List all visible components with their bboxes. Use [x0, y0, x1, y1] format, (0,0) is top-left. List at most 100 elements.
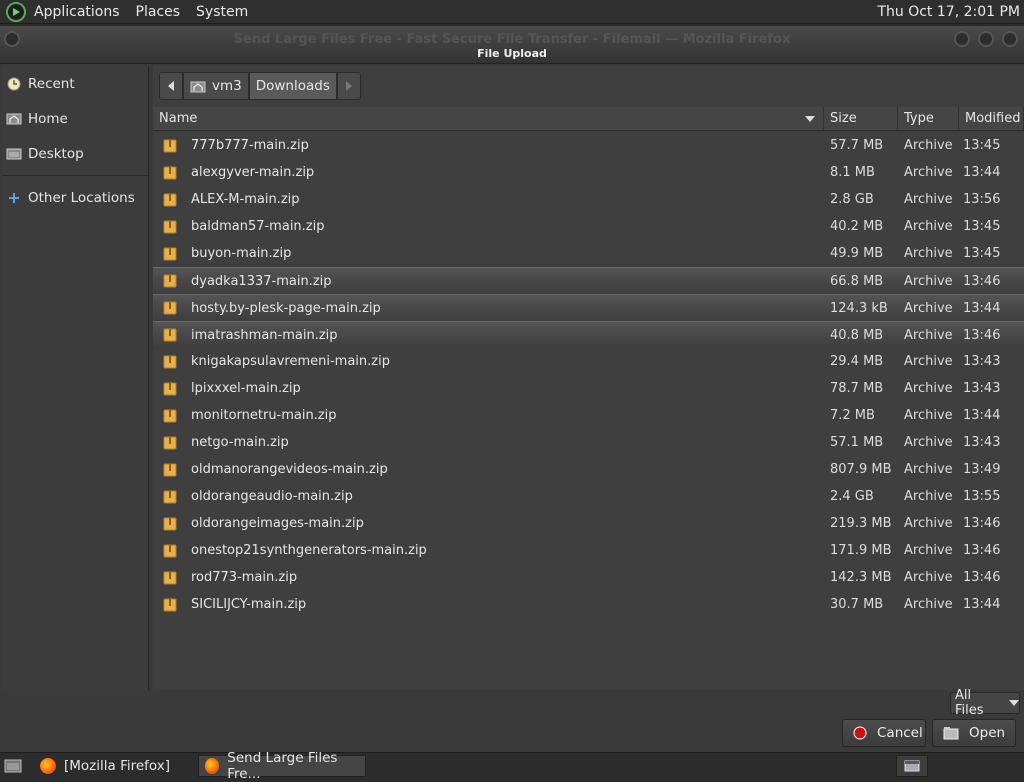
chevron-right-icon [345, 81, 352, 91]
file-name: monitornetru-main.zip [191, 408, 337, 423]
menu-applications[interactable]: Applications [26, 4, 128, 20]
sidebar-item-label: Desktop [28, 145, 84, 162]
open-label: Open [969, 725, 1006, 741]
file-name: hosty.by-plesk-page-main.zip [191, 300, 381, 316]
file-row[interactable]: alexgyver-main.zip 8.1 MB Archive 13:44 [153, 159, 1024, 186]
path-back-button[interactable] [159, 72, 183, 100]
file-name-cell: oldorangeimages-main.zip [153, 510, 824, 537]
file-size: 78.7 MB [830, 381, 884, 396]
file-type: Archive [904, 462, 953, 477]
applications-menu-icon[interactable] [6, 1, 26, 22]
file-row[interactable]: 777b777-main.zip 57.7 MB Archive 13:45 [153, 132, 1024, 159]
file-name-cell: hosty.by-plesk-page-main.zip [153, 295, 824, 321]
file-size: 57.1 MB [830, 435, 884, 450]
file-row[interactable]: buyon-main.zip 49.9 MB Archive 13:45 [153, 240, 1024, 267]
file-type: Archive [904, 435, 953, 450]
file-name-cell: oldmanorangevideos-main.zip [153, 456, 824, 483]
column-header-label: Size [830, 111, 857, 126]
sidebar-item-other-locations[interactable]: Other Locations [2, 180, 148, 215]
file-name: baldman57-main.zip [191, 219, 325, 234]
archive-file-icon [163, 301, 177, 315]
file-name: buyon-main.zip [191, 246, 292, 261]
archive-file-icon [163, 247, 177, 260]
file-size: 40.8 MB [830, 327, 884, 343]
file-type: Archive [904, 273, 953, 289]
file-size: 66.8 MB [830, 273, 884, 289]
taskbar-item-send-large-files[interactable]: Send Large Files Fre... [198, 750, 366, 782]
file-name-cell: rod773-main.zip [153, 564, 824, 591]
file-modified: 13:44 [963, 300, 1001, 316]
file-size: 8.1 MB [830, 165, 875, 180]
show-desktop-icon[interactable] [2, 756, 24, 776]
file-row[interactable]: dyadka1337-main.zip 66.8 MB Archive 13:46 [153, 267, 1024, 294]
taskbar-item-firefox[interactable]: [Mozilla Firefox] [34, 755, 194, 777]
archive-file-icon [163, 463, 177, 476]
home-icon [190, 81, 206, 92]
maximize-button[interactable] [978, 31, 994, 47]
sidebar-item-recent[interactable]: Recent [2, 66, 148, 101]
file-size: 142.3 MB [830, 570, 892, 585]
title-bar[interactable]: Send Large Files Free - Fast Secure File… [0, 26, 1024, 64]
file-name: imatrashman-main.zip [191, 327, 338, 343]
archive-file-icon [163, 490, 177, 503]
path-segment-downloads[interactable]: Downloads [248, 72, 337, 100]
file-list-header: Name Size Type Modified [153, 107, 1024, 131]
clock[interactable]: Thu Oct 17, 2:01 PM [877, 4, 1024, 20]
menu-places[interactable]: Places [128, 4, 189, 20]
cancel-button[interactable]: Cancel [842, 719, 926, 747]
file-row[interactable]: hosty.by-plesk-page-main.zip 124.3 kB Arch… [153, 294, 1024, 321]
file-name: knigakapsulavremeni-main.zip [191, 354, 390, 369]
file-type: Archive [904, 219, 953, 234]
file-modified: 13:46 [963, 273, 1001, 289]
file-size: 29.4 MB [830, 354, 884, 369]
file-modified: 13:43 [963, 435, 1001, 450]
file-upload-dialog: Send Large Files Free - Fast Secure File… [0, 26, 1024, 752]
column-header-size[interactable]: Size [824, 107, 898, 130]
file-row[interactable]: oldmanorangevideos-main.zip 807.9 MB Archi… [153, 456, 1024, 483]
file-row[interactable]: baldman57-main.zip 40.2 MB Archive 13:45 [153, 213, 1024, 240]
archive-file-icon [163, 571, 177, 584]
file-row[interactable]: ALEX-M-main.zip 2.8 GB Archive 13:56 [153, 186, 1024, 213]
path-segment-vm3[interactable]: vm3 [183, 72, 249, 100]
file-modified: 13:46 [963, 327, 1001, 343]
minimize-button[interactable] [954, 31, 970, 47]
file-name-cell: buyon-main.zip [153, 240, 824, 267]
file-type-filter[interactable]: All Files [950, 688, 1020, 718]
file-name: 777b777-main.zip [191, 138, 309, 153]
file-row[interactable]: monitornetru-main.zip 7.2 MB Archive 13:44 [153, 402, 1024, 429]
column-header-name[interactable]: Name [153, 107, 824, 130]
close-button[interactable] [1002, 31, 1018, 47]
file-name-cell: monitornetru-main.zip [153, 402, 824, 429]
file-row[interactable]: imatrashman-main.zip 40.8 MB Archive 13:46 [153, 321, 1024, 348]
file-type: Archive [904, 597, 953, 612]
file-row[interactable]: rod773-main.zip 142.3 MB Archive 13:46 [153, 564, 1024, 591]
file-row[interactable]: netgo-main.zip 57.1 MB Archive 13:43 [153, 429, 1024, 456]
firefox-icon [205, 757, 220, 774]
column-header-type[interactable]: Type [898, 107, 959, 130]
file-row[interactable]: oldorangeaudio-main.zip 2.4 GB Archive 13:5… [153, 483, 1024, 510]
file-row[interactable]: onestop21synthgenerators-main.zip 171.9 M… [153, 537, 1024, 564]
file-row[interactable]: oldorangeimages-main.zip 219.3 MB Archive 1… [153, 510, 1024, 537]
file-name: netgo-main.zip [191, 435, 289, 450]
file-name-cell: ALEX-M-main.zip [153, 186, 824, 213]
cancel-label: Cancel [877, 725, 923, 741]
menu-system[interactable]: System [188, 4, 256, 20]
column-header-modified[interactable]: Modified [959, 107, 1024, 130]
path-forward-button[interactable] [336, 72, 361, 100]
path-segment-label: vm3 [212, 78, 242, 94]
file-row[interactable]: knigakapsulavremeni-main.zip 29.4 MB Archi… [153, 348, 1024, 375]
file-modified: 13:46 [963, 516, 1001, 531]
open-button[interactable]: Open [932, 719, 1016, 747]
workspace-switcher[interactable] [896, 755, 928, 777]
sidebar-item-home[interactable]: Home [2, 101, 148, 136]
sidebar-item-desktop[interactable]: Desktop [2, 136, 148, 171]
file-size: 57.7 MB [830, 138, 884, 153]
file-row[interactable]: lpixxxel-main.zip 78.7 MB Archive 13:43 [153, 375, 1024, 402]
file-name-cell: SICILIJCY-main.zip [153, 591, 824, 618]
file-name: oldorangeimages-main.zip [191, 516, 364, 531]
file-type: Archive [904, 354, 953, 369]
file-size: 30.7 MB [830, 597, 884, 612]
file-modified: 13:45 [963, 219, 1001, 234]
file-list: 777b777-main.zip 57.7 MB Archive 13:45 alexg… [153, 132, 1024, 618]
file-row[interactable]: SICILIJCY-main.zip 30.7 MB Archive 13:44 [153, 591, 1024, 618]
